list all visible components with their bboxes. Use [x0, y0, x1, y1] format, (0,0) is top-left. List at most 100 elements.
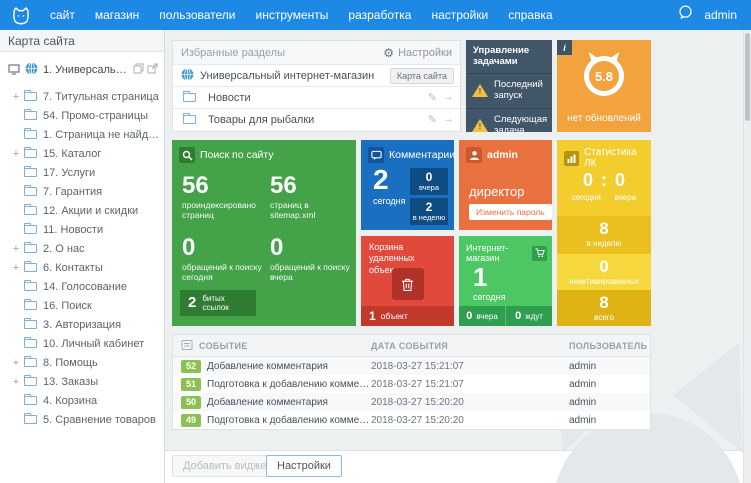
current-user[interactable]: admin	[704, 8, 737, 22]
menu-item-site[interactable]: сайт	[40, 0, 85, 30]
sidebar-item[interactable]: 8. Помощь	[0, 353, 164, 372]
folder-icon	[24, 299, 37, 310]
sidebar-item[interactable]: 16. Поиск	[0, 296, 164, 315]
updates-widget: i 5.8 нет обновлений	[557, 40, 651, 132]
table-row[interactable]: 51Подготовка к добавлению комментария 20…	[173, 375, 650, 393]
expand-icon[interactable]	[10, 376, 22, 388]
messages-bubble-icon[interactable]	[677, 4, 694, 26]
edit-pencil-icon[interactable]: ✎	[428, 91, 437, 104]
shop-today: 1 сегодня	[473, 262, 506, 302]
tree-item-label: 15. Каталог	[43, 147, 102, 160]
expand-icon[interactable]	[10, 148, 22, 160]
sidebar-item[interactable]: 17. Услуги	[0, 163, 164, 182]
task-next[interactable]: Следующая задача	[466, 109, 552, 144]
folder-icon	[24, 185, 37, 196]
favorites-widget: Избранные разделы ⚙ Настройки Универсаль…	[172, 40, 461, 132]
edit-pencil-icon[interactable]: ✎	[428, 113, 437, 126]
expand-icon[interactable]	[10, 262, 22, 274]
task-label: Последний запуск	[494, 78, 543, 101]
goto-arrow-icon[interactable]: →	[443, 91, 454, 104]
pages-icon[interactable]	[133, 63, 144, 77]
table-row[interactable]: 52 Добавление комментария 2018-03-27 15:2…	[173, 357, 650, 375]
vertical-scrollbar[interactable]	[743, 30, 751, 483]
sidebar-title: Карта сайта	[0, 30, 164, 52]
column-event: СОБЫТИЕ	[199, 340, 248, 351]
warning-icon	[472, 84, 488, 98]
admin-dashboard: сайт магазин пользователи инструменты ра…	[0, 0, 751, 483]
broken-links-badge[interactable]: 2 битых ссылок	[180, 289, 257, 316]
sidebar-item[interactable]: 14. Голосование	[0, 277, 164, 296]
menu-item-help[interactable]: справка	[498, 0, 562, 30]
goto-arrow-icon[interactable]: →	[443, 113, 454, 126]
tree-item-label: 14. Голосование	[43, 280, 128, 293]
stat-queries-yesterday: 0 обращений к поиску вчера	[270, 234, 350, 283]
lk-stats-title: Статистика ЛК	[584, 147, 637, 169]
sidebar-item[interactable]: 4. Корзина	[0, 391, 164, 410]
stat-queries-today: 0 обращений к поиску сегодня	[182, 234, 262, 283]
sidebar-item[interactable]: 7. Титульная страница	[0, 87, 164, 106]
tree-item-label: 5. Сравнение товаров	[43, 413, 156, 426]
cart-icon	[532, 245, 547, 261]
folder-icon	[24, 356, 37, 367]
sidebar-item[interactable]: 13. Заказы	[0, 372, 164, 391]
folder-icon	[24, 280, 37, 291]
updates-status: нет обновлений	[567, 113, 641, 124]
folder-icon	[24, 90, 37, 101]
favorites-settings-label: Настройки	[398, 46, 452, 59]
favorites-title: Избранные разделы	[181, 46, 286, 59]
favorite-row[interactable]: Универсальный интернет-магазин Карта сай…	[173, 64, 460, 86]
version-number: 5.8	[594, 68, 614, 84]
warning-icon	[472, 119, 488, 133]
tree-item-label: 7. Гарантия	[43, 185, 103, 198]
menu-item-settings[interactable]: настройки	[421, 0, 498, 30]
dashboard-main: Избранные разделы ⚙ Настройки Универсаль…	[165, 30, 743, 450]
menu-item-users[interactable]: пользователи	[149, 0, 245, 30]
favorite-label: Универсальный интернет-магазин	[200, 69, 375, 82]
event-id-badge: 51	[181, 377, 201, 391]
events-table: СОБЫТИЕ ДАТА СОБЫТИЯ ПОЛЬЗОВАТЕЛЬ 52 Доба…	[172, 334, 651, 430]
expand-icon[interactable]	[10, 91, 22, 103]
menu-item-development[interactable]: разработка	[338, 0, 421, 30]
tree-item-label: 7. Титульная страница	[43, 90, 159, 103]
netcat-cat-logo-icon[interactable]	[10, 4, 32, 26]
tree-item-label: 16. Поиск	[43, 299, 92, 312]
sidebar-item[interactable]: 10. Личный кабинет	[0, 334, 164, 353]
sitemap-button[interactable]: Карта сайта	[389, 67, 454, 84]
favorite-label: Товары для рыбалки	[208, 113, 315, 126]
sidebar-item[interactable]: 1. Страница не найдена	[0, 125, 164, 144]
tree-item-label: 6. Контакты	[43, 261, 103, 274]
info-icon[interactable]: i	[557, 40, 572, 55]
menu-item-tools[interactable]: инструменты	[246, 0, 339, 30]
tree-item-label: 12. Акции и скидки	[43, 204, 139, 217]
task-last-run[interactable]: Последний запуск	[466, 74, 552, 109]
expand-icon[interactable]	[10, 357, 22, 369]
table-row[interactable]: 49Подготовка к добавлению комментария 20…	[173, 411, 650, 429]
table-row[interactable]: 50 Добавление комментария 2018-03-27 15:2…	[173, 393, 650, 411]
sidebar-item[interactable]: 6. Контакты	[0, 258, 164, 277]
sidebar-item[interactable]: 7. Гарантия	[0, 182, 164, 201]
sidebar-item[interactable]: 3. Авторизация	[0, 315, 164, 334]
dashboard-settings-button[interactable]: Настройки	[266, 455, 342, 477]
trash-icon[interactable]	[391, 268, 424, 300]
favorite-row[interactable]: Товары для рыбалки ✎ →	[173, 108, 460, 130]
menu-item-shop[interactable]: магазин	[85, 0, 149, 30]
sidebar-item[interactable]: 54. Промо-страницы	[0, 106, 164, 125]
shop-widget: Интернет-магазин 1 сегодня 0 вчера 0 жду…	[459, 236, 552, 326]
event-id-badge: 52	[181, 359, 201, 373]
favorites-settings-button[interactable]: ⚙ Настройки	[383, 46, 452, 60]
sidebar-item[interactable]: 15. Каталог	[0, 144, 164, 163]
site-root-node[interactable]: 1. Универсальный интернет-магазин	[0, 52, 164, 82]
change-password-button[interactable]: Изменить пароль	[469, 204, 552, 220]
sidebar-item[interactable]: 11. Новости	[0, 220, 164, 239]
favorite-row[interactable]: Новости ✎ →	[173, 86, 460, 108]
sidebar-item[interactable]: 5. Сравнение товаров	[0, 410, 164, 429]
open-external-icon[interactable]	[147, 63, 158, 77]
shop-yesterday: 0 вчера	[459, 306, 505, 326]
expand-icon[interactable]	[10, 243, 22, 255]
sidebar-item[interactable]: 12. Акции и скидки	[0, 201, 164, 220]
tree-item-label: 1. Страница не найдена	[43, 128, 164, 141]
site-search-widget: Поиск по сайту 56 проиндексировано стран…	[172, 140, 356, 326]
folder-icon	[24, 166, 37, 177]
scrollbar-thumb[interactable]	[745, 33, 750, 121]
sidebar-item[interactable]: 2. О нас	[0, 239, 164, 258]
